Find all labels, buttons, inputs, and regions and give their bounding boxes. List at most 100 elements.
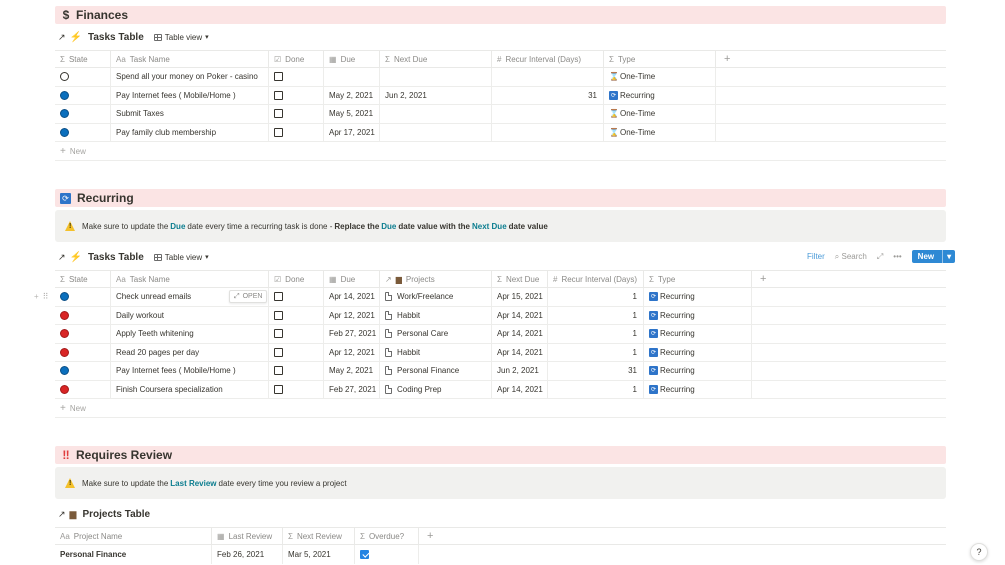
filter-button[interactable]: Filter — [807, 252, 825, 261]
state-cell — [55, 288, 111, 306]
done-checkbox[interactable] — [274, 347, 283, 357]
project-link[interactable]: Coding Prep — [397, 385, 441, 394]
recur-interval-cell[interactable] — [492, 68, 604, 86]
last-review-cell[interactable]: Feb 26, 2021 — [212, 545, 283, 564]
project-link[interactable]: Habbit — [397, 311, 420, 320]
task-name-cell[interactable]: Read 20 pages per day — [111, 343, 269, 361]
recurring-add-row[interactable]: + New — [60, 403, 86, 414]
link-arrow-icon[interactable]: ↗ — [58, 509, 66, 520]
due-cell[interactable]: Feb 27, 2021 — [324, 380, 380, 398]
expand-icon[interactable]: ⤢ — [877, 252, 883, 262]
plus-icon[interactable]: + — [34, 292, 39, 301]
col-last-review[interactable]: ▦ Last Review — [212, 528, 283, 544]
col-recur-interval[interactable]: # Recur Interval (Days) — [548, 271, 644, 287]
due-cell[interactable]: May 5, 2021 — [324, 105, 380, 123]
finances-add-row[interactable]: + New — [60, 146, 86, 157]
task-name-cell[interactable]: Finish Coursera specialization — [111, 380, 269, 398]
recur-interval-cell[interactable]: 31 — [548, 362, 644, 380]
done-checkbox[interactable] — [274, 127, 283, 137]
task-name-cell[interactable]: Pay family club membership — [111, 123, 269, 141]
add-column-button[interactable]: + — [752, 271, 946, 287]
projects-db-title[interactable]: Projects Table — [82, 509, 150, 520]
due-cell[interactable]: Apr 14, 2021 — [324, 288, 380, 306]
task-name-cell[interactable]: Pay Internet fees ( Mobile/Home ) — [111, 86, 269, 104]
col-project-name[interactable]: Aa Project Name — [55, 528, 212, 544]
recur-interval-cell[interactable]: 1 — [548, 343, 644, 361]
recurring-db-title[interactable]: Tasks Table — [88, 252, 144, 263]
col-overdue[interactable]: Σ Overdue? — [355, 528, 419, 544]
recurring-header-row: Σ State Aa Task Name ☑ Done ▦ Due ↗ ▆ Projects… — [55, 270, 946, 288]
col-type[interactable]: Σ Type — [644, 271, 752, 287]
project-cell[interactable]: Work/Freelance — [380, 288, 492, 306]
task-name-cell[interactable]: Submit Taxes — [111, 105, 269, 123]
col-due[interactable]: ▦ Due — [324, 51, 380, 67]
project-cell[interactable]: Coding Prep — [380, 380, 492, 398]
add-column-button[interactable]: + — [716, 51, 946, 67]
recur-interval-cell[interactable]: 1 — [548, 380, 644, 398]
done-checkbox[interactable] — [274, 366, 283, 376]
recur-interval-cell[interactable] — [492, 123, 604, 141]
project-name-cell[interactable]: Personal Finance — [55, 545, 212, 564]
col-next-review[interactable]: Σ Next Review — [283, 528, 355, 544]
task-name-cell[interactable]: Apply Teeth whitening — [111, 325, 269, 343]
task-name-cell[interactable]: Daily workout — [111, 306, 269, 324]
recur-interval-cell[interactable]: 1 — [548, 325, 644, 343]
col-state[interactable]: Σ State — [55, 271, 111, 287]
project-link[interactable]: Personal Finance — [397, 366, 459, 375]
done-checkbox[interactable] — [274, 72, 283, 82]
recurring-heading: ⟳ Recurring — [55, 189, 946, 207]
project-cell[interactable]: Personal Finance — [380, 362, 492, 380]
project-link[interactable]: Habbit — [397, 348, 420, 357]
row-handle[interactable]: + ⠿ — [34, 292, 49, 301]
due-cell[interactable]: Apr 12, 2021 — [324, 343, 380, 361]
col-projects[interactable]: ↗ ▆ Projects — [380, 271, 492, 287]
finances-view-selector[interactable]: Table view ▾ — [153, 33, 209, 42]
chevron-down-icon[interactable]: ▾ — [942, 250, 955, 263]
done-checkbox[interactable] — [274, 329, 283, 339]
new-button[interactable]: New ▾ — [911, 250, 956, 263]
done-checkbox[interactable] — [274, 292, 283, 302]
project-cell[interactable]: Habbit — [380, 343, 492, 361]
col-task-name[interactable]: Aa Task Name — [111, 271, 269, 287]
col-recur-interval[interactable]: # Recur Interval (Days) — [492, 51, 604, 67]
col-next-due[interactable]: Σ Next Due — [380, 51, 492, 67]
due-cell[interactable]: May 2, 2021 — [324, 362, 380, 380]
help-button[interactable]: ? — [970, 543, 988, 561]
recur-interval-cell[interactable]: 31 — [492, 86, 604, 104]
project-cell[interactable]: Habbit — [380, 306, 492, 324]
due-cell[interactable] — [324, 68, 380, 86]
done-checkbox[interactable] — [274, 384, 283, 394]
link-arrow-icon[interactable]: ↗ — [58, 252, 66, 263]
finances-db-title[interactable]: Tasks Table — [88, 32, 144, 43]
recur-interval-cell[interactable]: 1 — [548, 288, 644, 306]
link-arrow-icon[interactable]: ↗ — [58, 32, 66, 43]
drag-handle-icon[interactable]: ⠿ — [43, 292, 49, 301]
done-checkbox[interactable] — [274, 310, 283, 320]
col-done[interactable]: ☑ Done — [269, 51, 324, 67]
project-cell[interactable]: Personal Care — [380, 325, 492, 343]
search-button[interactable]: ⌕ Search — [835, 252, 867, 262]
empty-cell — [752, 325, 946, 343]
col-state[interactable]: Σ State — [55, 51, 111, 67]
col-task-name[interactable]: Aa Task Name — [111, 51, 269, 67]
project-link[interactable]: Personal Care — [397, 329, 448, 338]
due-cell[interactable]: Apr 12, 2021 — [324, 306, 380, 324]
task-name-cell[interactable]: Pay Internet fees ( Mobile/Home ) — [111, 362, 269, 380]
done-checkbox[interactable] — [274, 109, 283, 119]
col-type[interactable]: Σ Type — [604, 51, 716, 67]
col-next-due[interactable]: Σ Next Due — [492, 271, 548, 287]
add-column-button[interactable]: + — [419, 528, 946, 544]
col-done[interactable]: ☑ Done — [269, 271, 324, 287]
project-link[interactable]: Work/Freelance — [397, 292, 453, 301]
col-due[interactable]: ▦ Due — [324, 271, 380, 287]
more-options-icon[interactable]: ••• — [893, 252, 901, 261]
open-row-button[interactable]: ⤢ OPEN — [229, 290, 268, 303]
due-cell[interactable]: May 2, 2021 — [324, 86, 380, 104]
due-cell[interactable]: Feb 27, 2021 — [324, 325, 380, 343]
recur-interval-cell[interactable]: 1 — [548, 306, 644, 324]
recurring-view-selector[interactable]: Table view ▾ — [153, 253, 209, 262]
recur-interval-cell[interactable] — [492, 105, 604, 123]
task-name-cell[interactable]: Spend all your money on Poker - casino — [111, 68, 269, 86]
due-cell[interactable]: Apr 17, 2021 — [324, 123, 380, 141]
done-checkbox[interactable] — [274, 90, 283, 100]
